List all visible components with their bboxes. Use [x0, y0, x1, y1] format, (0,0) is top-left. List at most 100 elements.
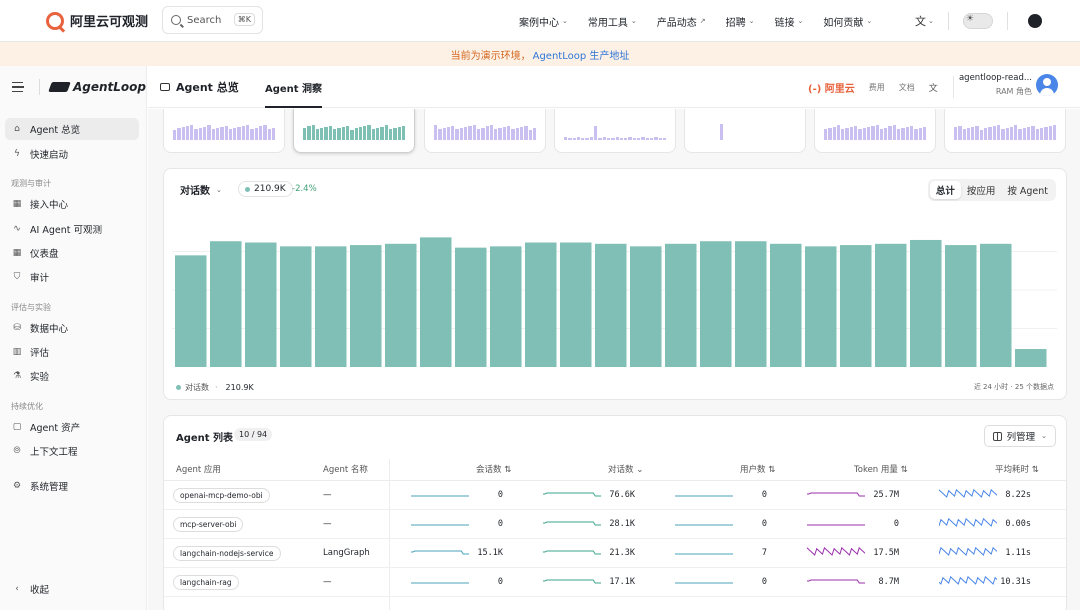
chart-bar[interactable]	[945, 245, 977, 367]
language-icon[interactable]: 文	[915, 13, 926, 29]
sidebar-item-context-engineering[interactable]: ⦾ 上下文工程	[5, 440, 139, 462]
sidebar-header: AgentLoop	[0, 66, 146, 108]
sidebar-item-data-center[interactable]: ⛁ 数据中心	[5, 317, 139, 339]
sidebar-item-access-center[interactable]: ▦ 接入中心	[5, 193, 139, 215]
chart-bar[interactable]	[350, 245, 382, 367]
mini-bar	[632, 138, 637, 140]
metric-card[interactable]	[163, 109, 285, 153]
chart-bar[interactable]	[175, 255, 207, 367]
chart-bar[interactable]	[245, 242, 277, 367]
sidebar-item-experiment[interactable]: ⚗ 实验	[5, 365, 139, 387]
menu-icon[interactable]	[12, 82, 25, 92]
chart-bar[interactable]	[280, 246, 312, 367]
col-header-sessions[interactable]: 会话数 ⇅	[476, 463, 511, 475]
sidebar-item-label: 仪表盘	[30, 249, 59, 260]
chart-bar[interactable]	[700, 241, 732, 367]
segment-by-agent[interactable]: 按 Agent	[1001, 181, 1054, 199]
chart-bar[interactable]	[455, 247, 487, 367]
mini-bar	[524, 125, 528, 140]
metric-card[interactable]	[424, 109, 546, 153]
chart-bar[interactable]	[665, 243, 697, 367]
agent-app-tag[interactable]: langchain-rag	[173, 575, 239, 590]
agent-app-tag[interactable]: openai-mcp-demo-obi	[173, 488, 270, 503]
sidebar-item-system-admin[interactable]: ⚙ 系统管理	[5, 475, 139, 497]
chart-bar[interactable]	[910, 239, 942, 367]
chart-bar[interactable]	[525, 242, 557, 367]
nav-link-jobs[interactable]: 招聘 ⌄	[726, 14, 755, 29]
mini-bar	[363, 126, 367, 140]
sidebar-item-evaluation[interactable]: ▥ 评估	[5, 341, 139, 363]
metric-card[interactable]	[684, 109, 806, 153]
col-header-conversations[interactable]: 对话数 ⌄	[608, 463, 643, 475]
search-button[interactable]: Search ⌘K	[162, 6, 263, 34]
chart-bar[interactable]	[385, 243, 417, 367]
col-header-users[interactable]: 用户数 ⇅	[740, 463, 775, 475]
table-row[interactable]: mcp-server-obi — 0 28.1K 0 0 0.00s	[164, 510, 1066, 539]
flask-icon: ⚗	[12, 371, 22, 381]
segment-total[interactable]: 总计	[929, 181, 961, 199]
language-icon[interactable]: 文	[929, 81, 938, 94]
chart-bar[interactable]	[420, 237, 452, 367]
sidebar-item-audit[interactable]: ⛉ 审计	[5, 266, 139, 288]
chart-bar[interactable]	[1015, 349, 1047, 367]
tab-agent-overview[interactable]: Agent 总览	[160, 66, 239, 108]
mini-bar	[438, 129, 442, 140]
sidebar-item-ai-observability[interactable]: ∿ AI Agent 可观测	[5, 218, 139, 240]
col-header-latency[interactable]: 平均耗时 ⇅	[995, 463, 1039, 475]
chart-bar[interactable]	[840, 245, 872, 367]
chart-bar[interactable]	[490, 246, 522, 367]
chart-bar[interactable]	[770, 243, 802, 367]
agent-app-tag[interactable]: langchain-nodejs-service	[173, 546, 281, 561]
mini-bar	[719, 124, 724, 140]
theme-toggle[interactable]	[962, 13, 993, 29]
chart-bar[interactable]	[315, 246, 347, 367]
chart-bar[interactable]	[980, 243, 1012, 367]
nav-link-news[interactable]: 产品动态 ↗	[657, 14, 706, 29]
chart-bar[interactable]	[735, 241, 767, 367]
col-header-tokens[interactable]: Token 用量 ⇅	[854, 463, 908, 475]
chart-bar[interactable]	[630, 246, 662, 367]
top-nav: 阿里云可观测 Search ⌘K 案例中心 ⌄ 常用工具 ⌄ 产品动态 ↗ 招聘 ⌄ 链…	[0, 0, 1080, 42]
home-icon: ⌂	[14, 124, 20, 134]
avatar[interactable]	[1036, 74, 1058, 96]
sidebar-item-quickstart[interactable]: ϟ 快速启动	[5, 143, 139, 165]
aliyun-link[interactable]: (-) 阿里云	[808, 80, 855, 95]
metric-card[interactable]	[554, 109, 676, 153]
mini-bar	[258, 126, 263, 140]
table-row[interactable]: langchain-nodejs-service LangGraph 15.1K 21…	[164, 539, 1066, 568]
chart-bar[interactable]	[560, 242, 592, 367]
sidebar-collapse-button[interactable]: ‹ 收起	[5, 578, 139, 600]
sidebar-item-dashboard[interactable]: ▦ 仪表盘	[5, 242, 139, 264]
sidebar-item-agent-overview[interactable]: ⌂ Agent 总览	[5, 118, 139, 140]
nav-link-contribute[interactable]: 如何贡献 ⌄	[823, 14, 872, 29]
brand[interactable]: 阿里云可观测	[46, 11, 148, 30]
github-icon[interactable]	[1027, 14, 1042, 28]
chart-bar[interactable]	[875, 243, 907, 367]
segment-by-app[interactable]: 按应用	[961, 181, 1002, 199]
table-row[interactable]: langchain-rag — 0 17.1K 0 8.7M 10.31s	[164, 568, 1066, 597]
chart-bar[interactable]	[805, 246, 837, 367]
fee-link[interactable]: 费用	[869, 82, 885, 93]
docs-link[interactable]: 文档	[899, 82, 915, 93]
col-header-app[interactable]: Agent 应用	[176, 463, 221, 475]
agent-app-tag[interactable]: mcp-server-obi	[173, 517, 244, 532]
nav-link-links[interactable]: 链接 ⌄	[775, 14, 804, 29]
col-header-name[interactable]: Agent 名称	[323, 463, 368, 475]
metric-selector[interactable]: 对话数 ⌄	[180, 182, 222, 198]
column-manage-button[interactable]: 列管理 ⌄	[983, 425, 1056, 447]
user-info[interactable]: agentloop-read... RAM 角色	[958, 73, 1032, 97]
mini-bar	[254, 127, 258, 140]
metric-card[interactable]	[944, 109, 1066, 153]
nav-link-cases[interactable]: 案例中心 ⌄	[519, 14, 568, 29]
nav-link-tools[interactable]: 常用工具 ⌄	[588, 14, 637, 29]
table-row[interactable]: openai-mcp-demo-obi — 0 76.6K 0 25.7M 8.22s	[164, 481, 1066, 510]
tab-agent-insight[interactable]: Agent 洞察	[265, 66, 323, 108]
chart-bar[interactable]	[595, 243, 627, 367]
metric-card[interactable]	[814, 109, 936, 153]
mini-bar	[472, 124, 476, 140]
tokens-value: 25.7M	[873, 490, 899, 500]
chart-bar[interactable]	[210, 241, 242, 367]
metric-card-selected[interactable]	[293, 109, 415, 153]
sidebar-item-agent-assets[interactable]: ▢ Agent 资产	[5, 416, 139, 438]
banner-link[interactable]: AgentLoop 生产地址	[533, 47, 630, 62]
